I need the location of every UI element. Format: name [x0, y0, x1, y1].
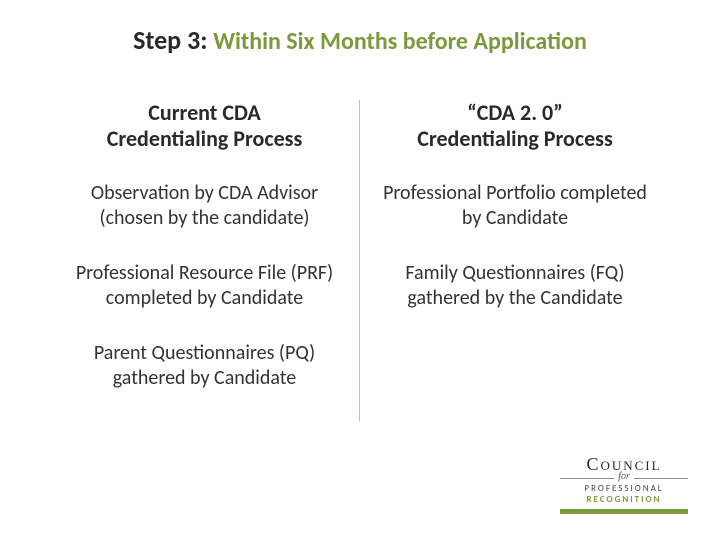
- right-heading-line1: “CDA 2. 0”: [467, 99, 563, 126]
- step-label: Step 3:: [133, 24, 207, 56]
- left-column: Current CDA Credentialing Process Observ…: [50, 100, 360, 421]
- left-heading: Current CDA Credentialing Process: [68, 100, 341, 153]
- council-logo: Council for PROFESSIONAL RECOGNITION: [560, 454, 688, 514]
- step-subtitle: Within Six Months before Application: [213, 27, 587, 56]
- logo-bar: [560, 509, 688, 514]
- left-item: Parent Questionnaires (PQ) gathered by C…: [68, 341, 341, 391]
- logo-for: for: [614, 471, 634, 482]
- slide-title: Step 3: Within Six Months before Applica…: [0, 24, 720, 56]
- left-item: Professional Resource File (PRF) complet…: [68, 261, 341, 311]
- right-column: “CDA 2. 0” Credentialing Process Profess…: [360, 100, 670, 421]
- logo-rule: for: [560, 478, 688, 479]
- right-heading-line2: Credentialing Process: [417, 125, 612, 152]
- right-item: Professional Portfolio completed by Cand…: [378, 181, 652, 231]
- logo-line1: PROFESSIONAL: [560, 483, 688, 494]
- left-heading-line2: Credentialing Process: [107, 125, 302, 152]
- right-item: Family Questionnaires (FQ) gathered by t…: [378, 261, 652, 311]
- right-heading: “CDA 2. 0” Credentialing Process: [378, 100, 652, 153]
- logo-line2: RECOGNITION: [560, 494, 688, 505]
- left-item: Observation by CDA Advisor (chosen by th…: [68, 181, 341, 231]
- left-heading-line1: Current CDA: [148, 99, 260, 126]
- columns: Current CDA Credentialing Process Observ…: [50, 100, 670, 421]
